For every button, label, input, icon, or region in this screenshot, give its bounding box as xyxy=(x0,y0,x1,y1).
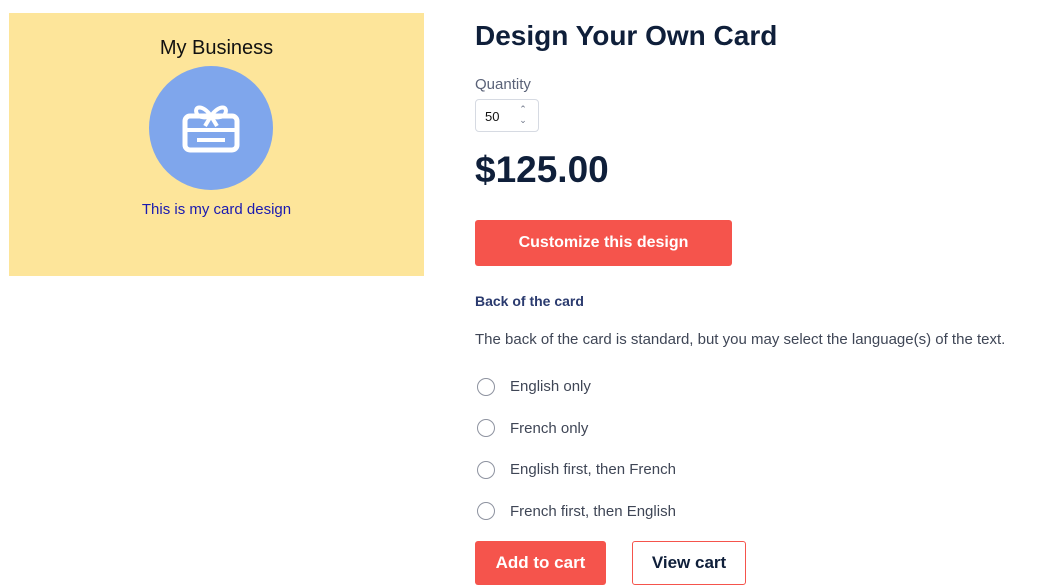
chevron-down-icon[interactable]: ⌄ xyxy=(518,115,528,126)
product-panel: Design Your Own Card Quantity 50 ⌃ ⌄ $12… xyxy=(475,0,1054,585)
back-of-card-description: The back of the card is standard, but yo… xyxy=(475,331,1006,348)
language-option-french-only[interactable]: French only xyxy=(477,408,1047,450)
language-option-french-then-english[interactable]: French first, then English xyxy=(477,491,1047,533)
radio-button[interactable] xyxy=(477,419,495,438)
preview-caption: This is my card design xyxy=(141,201,292,218)
radio-button[interactable] xyxy=(477,502,495,521)
option-label: French first, then English xyxy=(510,502,676,520)
preview-business-name: My Business xyxy=(159,37,274,59)
view-cart-button[interactable]: View cart xyxy=(632,541,746,585)
stepper-arrows[interactable]: ⌃ ⌄ xyxy=(518,104,528,126)
add-to-cart-button[interactable]: Add to cart xyxy=(475,541,606,585)
preview-logo-circle xyxy=(149,66,273,190)
quantity-label: Quantity xyxy=(475,76,531,93)
quantity-stepper[interactable]: 50 ⌃ ⌄ xyxy=(475,99,539,132)
option-label: English first, then French xyxy=(510,461,676,479)
gift-card-icon xyxy=(182,105,240,153)
page-title: Design Your Own Card xyxy=(475,20,778,51)
radio-button[interactable] xyxy=(477,460,495,479)
language-option-english-then-french[interactable]: English first, then French xyxy=(477,449,1047,491)
customize-design-button[interactable]: Customize this design xyxy=(475,220,732,266)
chevron-up-icon[interactable]: ⌃ xyxy=(518,104,528,115)
radio-button[interactable] xyxy=(477,377,495,396)
price: $125.00 xyxy=(475,149,609,190)
card-preview: My Business This is my card design xyxy=(9,13,424,276)
quantity-value: 50 xyxy=(485,109,500,124)
option-label: English only xyxy=(510,378,591,396)
language-options: English only French only English first, … xyxy=(477,366,1047,532)
option-label: French only xyxy=(510,419,589,437)
language-option-english-only[interactable]: English only xyxy=(477,366,1047,408)
back-of-card-heading: Back of the card xyxy=(475,293,584,309)
